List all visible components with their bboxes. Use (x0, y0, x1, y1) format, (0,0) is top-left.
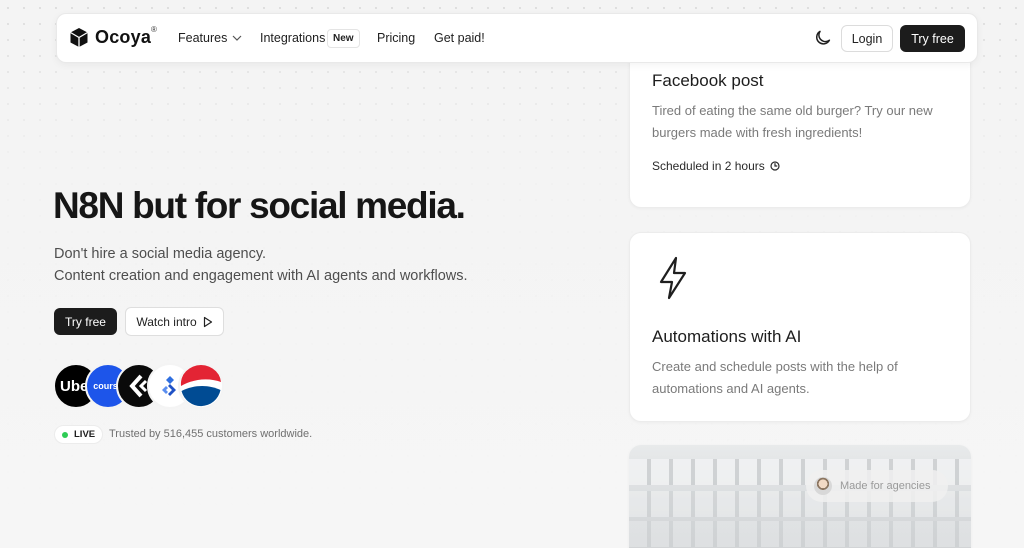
facebook-post-card: Facebook post Tired of eating the same o… (629, 40, 971, 208)
brand-logo[interactable]: Ocoya ® (69, 25, 157, 48)
nav-integrations[interactable]: Integrations (260, 31, 325, 45)
agencies-label: Made for agencies (840, 480, 931, 492)
hero-title: N8N but for social media. (53, 185, 466, 226)
automations-title: Automations with AI (652, 327, 802, 346)
lightning-icon (659, 256, 687, 300)
made-for-agencies-pill: Made for agencies (806, 470, 948, 502)
nav-features-label: Features (178, 31, 228, 45)
moon-icon[interactable] (814, 29, 832, 47)
avatar (814, 477, 832, 495)
agencies-image-card: Made for agencies (629, 445, 971, 548)
nav-features[interactable]: Features (178, 31, 242, 45)
cube-logo-icon (70, 28, 88, 47)
brand-name: Ocoya (95, 27, 152, 47)
registered-mark: ® (151, 25, 157, 34)
nav-get-paid[interactable]: Get paid! (434, 31, 485, 45)
automations-card: Automations with AI Create and schedule … (629, 232, 971, 422)
hero-subtitle-1: Don't hire a social media agency. (54, 246, 267, 262)
live-indicator-dot (62, 431, 68, 438)
watch-intro-button[interactable]: Watch intro (125, 307, 224, 336)
live-label: LIVE (74, 429, 96, 440)
facebook-post-title: Facebook post (652, 71, 764, 90)
trusted-text: Trusted by 516,455 customers worldwide. (109, 428, 313, 440)
clock-icon (770, 161, 780, 171)
office-photo-detail (629, 521, 971, 547)
chevron-down-icon (232, 35, 242, 41)
watch-intro-label: Watch intro (136, 314, 197, 329)
pepsi-globe-icon (180, 365, 221, 407)
hero-subtitle-2: Content creation and engagement with AI … (54, 268, 468, 284)
automations-text: Create and schedule posts with the help … (652, 359, 898, 396)
nav-try-free-button[interactable]: Try free (900, 25, 965, 52)
play-icon (203, 316, 212, 327)
scheduled-status: Scheduled in 2 hours (652, 159, 780, 173)
try-free-button[interactable]: Try free (54, 308, 117, 335)
facebook-post-text: Tired of eating the same old burger? Try… (652, 103, 933, 140)
new-badge: New (327, 29, 360, 48)
login-button[interactable]: Login (841, 25, 893, 52)
scheduled-label: Scheduled in 2 hours (652, 159, 765, 173)
live-badge: LIVE (54, 425, 104, 444)
nav-pricing[interactable]: Pricing (377, 31, 415, 45)
pepsi-logo (178, 363, 224, 409)
navbar: Ocoya ® Features Integrations New Pricin… (56, 13, 978, 63)
